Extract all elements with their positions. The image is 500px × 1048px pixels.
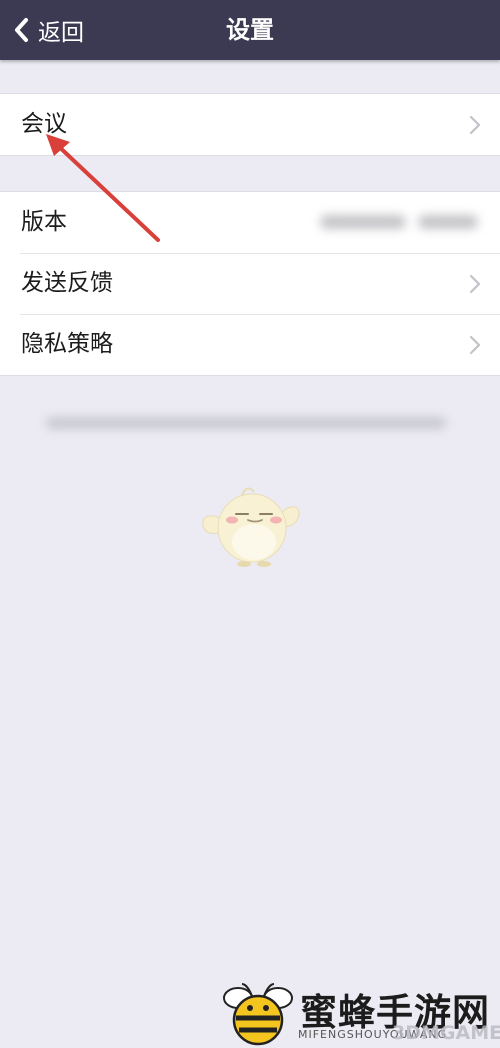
- watermark-overlay: 3DMGAME: [392, 1022, 500, 1044]
- feedback-row[interactable]: 发送反馈: [0, 253, 500, 314]
- nav-bar: 返回 设置: [0, 0, 500, 60]
- version-value-blurred: [298, 209, 478, 235]
- page-title: 设置: [226, 16, 274, 44]
- watermark: 蜜蜂手游网 MIFENGSHOUYOUWANG 3DMGAME: [222, 980, 500, 1048]
- version-row: 版本: [0, 192, 500, 253]
- chevron-right-icon: [469, 274, 481, 294]
- settings-group-meeting: 会议: [0, 93, 500, 156]
- privacy-policy-label: 隐私策略: [21, 331, 113, 357]
- version-label: 版本: [21, 209, 67, 235]
- meeting-label: 会议: [21, 111, 67, 137]
- bee-logo-icon: [223, 983, 293, 1046]
- copyright-text-blurred: [40, 412, 452, 434]
- feedback-label: 发送反馈: [21, 270, 113, 296]
- privacy-policy-row[interactable]: 隐私策略: [0, 314, 500, 375]
- chick-mascot-icon: [202, 487, 300, 567]
- chevron-right-icon: [469, 115, 481, 135]
- meeting-row[interactable]: 会议: [0, 94, 500, 155]
- settings-group-info: 版本 发送反馈 隐私策略: [0, 191, 500, 376]
- chevron-right-icon: [469, 335, 481, 355]
